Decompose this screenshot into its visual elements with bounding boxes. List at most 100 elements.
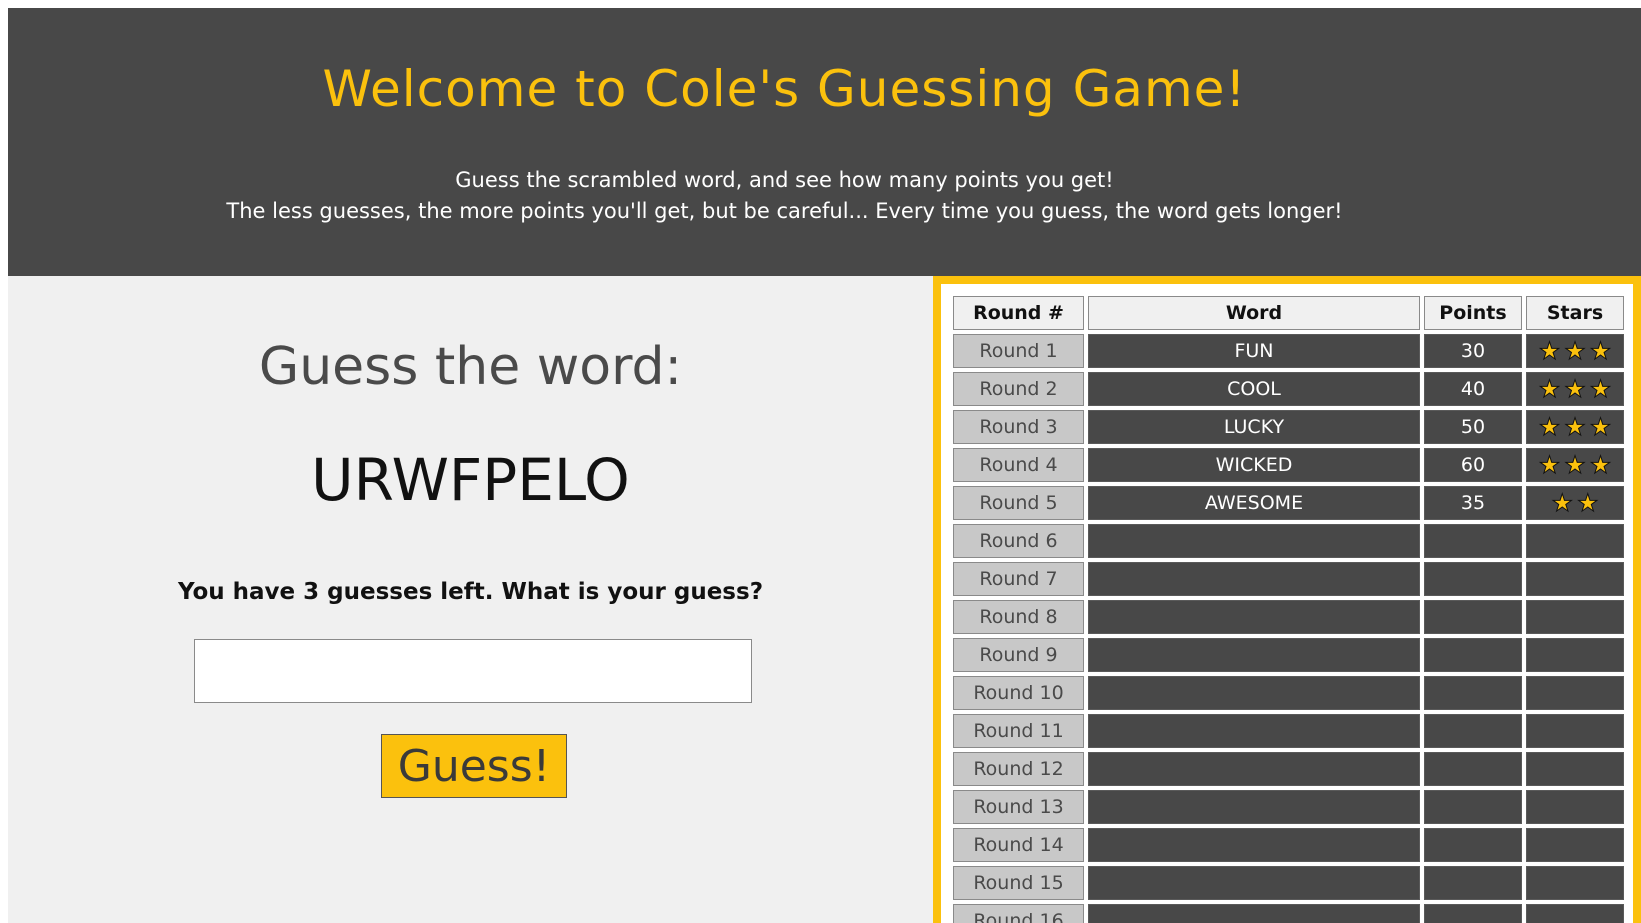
round-label: Round 14 <box>953 828 1084 862</box>
round-label: Round 7 <box>953 562 1084 596</box>
word-cell <box>1088 676 1420 710</box>
round-label: Round 1 <box>953 334 1084 368</box>
points-cell <box>1424 866 1522 900</box>
guess-input[interactable] <box>194 639 752 703</box>
points-cell <box>1424 714 1522 748</box>
score-table-body: Round 1 FUN 30 ★ ★ ★ Round 2 COOL 40 ★ ★ ★ Round 3 LU… <box>953 334 1624 923</box>
table-row: Round 5 AWESOME 35 ★ ★ <box>953 486 1624 520</box>
round-label: Round 10 <box>953 676 1084 710</box>
word-cell: AWESOME <box>1088 486 1420 520</box>
points-cell <box>1424 676 1522 710</box>
points-cell <box>1424 828 1522 862</box>
round-label: Round 9 <box>953 638 1084 672</box>
round-label: Round 5 <box>953 486 1084 520</box>
scoreboard: Round # Word Points Stars Round 1 FUN 30 ★ ★… <box>933 276 1641 923</box>
star-icon: ★ <box>1538 451 1561 480</box>
star-icon: ★ <box>1589 451 1612 480</box>
column-header-word: Word <box>1088 296 1420 330</box>
points-cell: 60 <box>1424 448 1522 482</box>
stars-cell <box>1526 638 1624 672</box>
star-icon: ★ <box>1589 337 1612 366</box>
round-label: Round 12 <box>953 752 1084 786</box>
points-cell <box>1424 524 1522 558</box>
points-cell: 30 <box>1424 334 1522 368</box>
table-row: Round 7 <box>953 562 1624 596</box>
column-header-stars: Stars <box>1526 296 1624 330</box>
word-cell <box>1088 866 1420 900</box>
word-cell: WICKED <box>1088 448 1420 482</box>
round-label: Round 6 <box>953 524 1084 558</box>
star-icon: ★ <box>1564 337 1586 366</box>
points-cell: 40 <box>1424 372 1522 406</box>
stars-cell <box>1526 600 1624 634</box>
table-row: Round 14 <box>953 828 1624 862</box>
table-row: Round 11 <box>953 714 1624 748</box>
star-icon: ★ <box>1589 413 1612 442</box>
points-cell <box>1424 562 1522 596</box>
stars-cell: ★ ★ ★ <box>1526 372 1624 406</box>
points-cell: 50 <box>1424 410 1522 444</box>
stars-cell <box>1526 562 1624 596</box>
round-label: Round 13 <box>953 790 1084 824</box>
stars-cell: ★ ★ <box>1526 486 1624 520</box>
star-icon: ★ <box>1538 375 1561 404</box>
stars-cell <box>1526 752 1624 786</box>
guess-panel: Guess the word: URWFPELO You have 3 gues… <box>8 276 933 923</box>
word-cell <box>1088 638 1420 672</box>
star-icon: ★ <box>1551 489 1573 518</box>
scrambled-word: URWFPELO <box>311 446 630 514</box>
stars-cell <box>1526 714 1624 748</box>
stars-cell <box>1526 828 1624 862</box>
round-label: Round 16 <box>953 904 1084 923</box>
stars-cell <box>1526 676 1624 710</box>
guess-button[interactable]: Guess! <box>381 734 567 798</box>
stars-cell <box>1526 524 1624 558</box>
word-cell <box>1088 790 1420 824</box>
score-table: Round # Word Points Stars Round 1 FUN 30 ★ ★… <box>949 292 1628 923</box>
star-icon: ★ <box>1564 413 1586 442</box>
word-cell <box>1088 828 1420 862</box>
table-row: Round 9 <box>953 638 1624 672</box>
star-icon: ★ <box>1564 451 1586 480</box>
round-label: Round 8 <box>953 600 1084 634</box>
stars-cell: ★ ★ ★ <box>1526 448 1624 482</box>
page: Welcome to Cole's Guessing Game! Guess t… <box>8 8 1641 923</box>
star-icon: ★ <box>1538 413 1561 442</box>
word-cell: COOL <box>1088 372 1420 406</box>
table-row: Round 15 <box>953 866 1624 900</box>
word-cell <box>1088 600 1420 634</box>
column-header-points: Points <box>1424 296 1522 330</box>
table-row: Round 13 <box>953 790 1624 824</box>
instructions: Guess the scrambled word, and see how ma… <box>8 165 1561 227</box>
table-header-row: Round # Word Points Stars <box>953 296 1624 330</box>
points-cell: 35 <box>1424 486 1522 520</box>
word-cell: FUN <box>1088 334 1420 368</box>
points-cell <box>1424 904 1522 923</box>
column-header-round: Round # <box>953 296 1084 330</box>
stars-cell <box>1526 904 1624 923</box>
star-icon: ★ <box>1577 489 1599 518</box>
round-label: Round 4 <box>953 448 1084 482</box>
points-cell <box>1424 752 1522 786</box>
star-icon: ★ <box>1538 337 1561 366</box>
word-cell <box>1088 904 1420 923</box>
round-label: Round 11 <box>953 714 1084 748</box>
table-row: Round 3 LUCKY 50 ★ ★ ★ <box>953 410 1624 444</box>
table-row: Round 6 <box>953 524 1624 558</box>
stars-cell: ★ ★ ★ <box>1526 334 1624 368</box>
points-cell <box>1424 600 1522 634</box>
guesses-left-prompt: You have 3 guesses left. What is your gu… <box>177 579 764 605</box>
points-cell <box>1424 790 1522 824</box>
header: Welcome to Cole's Guessing Game! Guess t… <box>8 8 1641 276</box>
stars-cell <box>1526 790 1624 824</box>
table-row: Round 2 COOL 40 ★ ★ ★ <box>953 372 1624 406</box>
word-cell <box>1088 562 1420 596</box>
instructions-line-1: Guess the scrambled word, and see how ma… <box>455 168 1114 192</box>
star-icon: ★ <box>1589 375 1612 404</box>
table-row: Round 8 <box>953 600 1624 634</box>
star-icon: ★ <box>1564 375 1586 404</box>
stars-cell <box>1526 866 1624 900</box>
stars-cell: ★ ★ ★ <box>1526 410 1624 444</box>
points-cell <box>1424 638 1522 672</box>
round-label: Round 15 <box>953 866 1084 900</box>
